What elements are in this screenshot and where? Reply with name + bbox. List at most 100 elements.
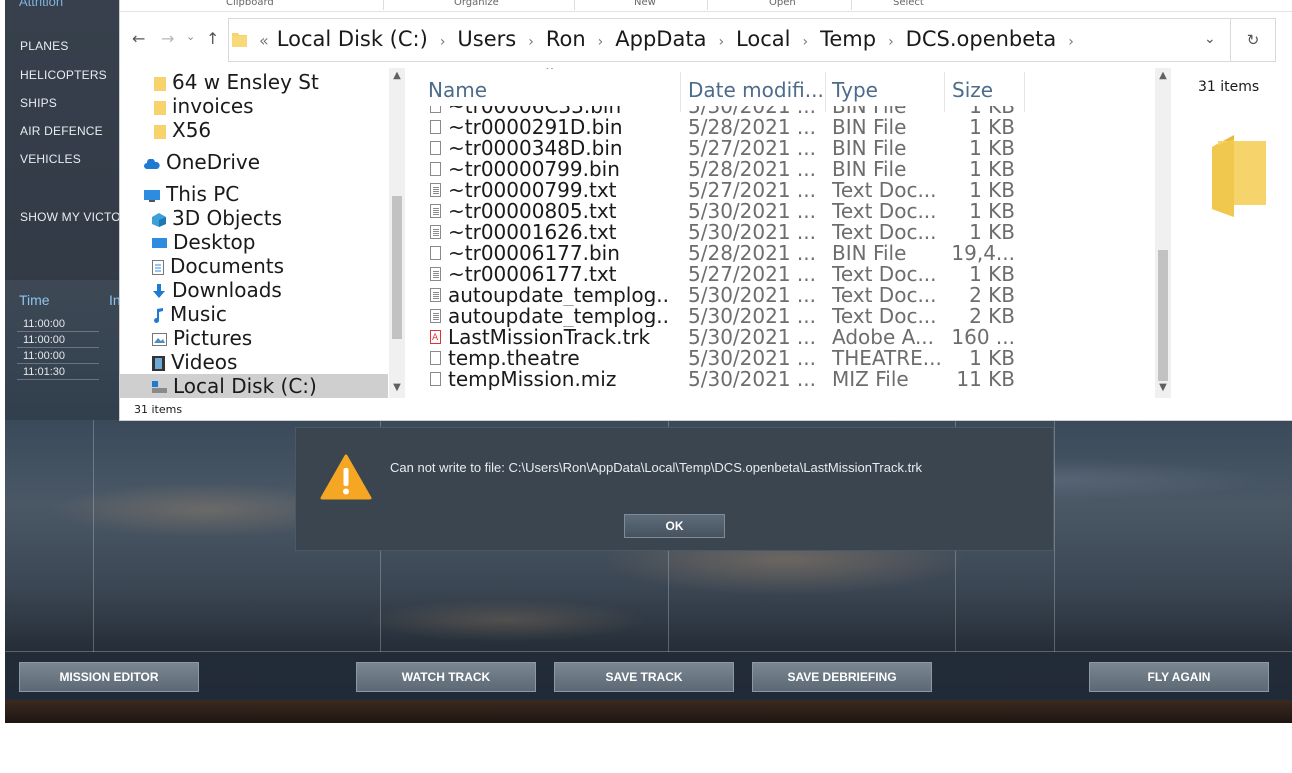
filter-helicopters[interactable]: HELICOPTERS: [20, 68, 107, 82]
breadcrumb-appdata[interactable]: AppData: [615, 27, 706, 51]
nav-item-music[interactable]: Music: [152, 302, 227, 326]
text-file-icon: [430, 267, 441, 281]
grid-line: [1054, 420, 1055, 652]
filter-planes[interactable]: PLANES: [20, 39, 69, 53]
nav-item-invoices[interactable]: invoices: [154, 94, 254, 118]
breadcrumb-local-disk[interactable]: Local Disk (C:): [277, 27, 428, 51]
show-victories-toggle[interactable]: SHOW MY VICTO: [20, 210, 121, 224]
file-date: 5/27/2021 ...: [688, 138, 816, 159]
chevron-right-icon[interactable]: ›: [888, 34, 894, 50]
chevron-right-icon[interactable]: ›: [528, 34, 534, 50]
refresh-icon[interactable]: ↻: [1230, 18, 1275, 62]
nav-item-this-pc[interactable]: This PC: [144, 182, 239, 206]
log-time-row[interactable]: 11:00:00: [17, 317, 99, 332]
ribbon-open: Open: [769, 0, 796, 8]
filter-ships[interactable]: SHIPS: [20, 96, 57, 110]
text-file-icon: [430, 204, 441, 218]
fly-again-button[interactable]: FLY AGAIN: [1089, 662, 1269, 692]
scroll-up-arrow-icon[interactable]: ▲: [389, 70, 405, 81]
nav-item-desktop[interactable]: Desktop: [152, 230, 255, 254]
chevron-right-icon[interactable]: ›: [802, 34, 808, 50]
save-debriefing-button[interactable]: SAVE DEBRIEFING: [752, 662, 932, 692]
address-dropdown-chevron-down-icon[interactable]: ⌄: [1204, 31, 1216, 47]
column-header-size[interactable]: Size: [952, 78, 993, 102]
nav-item-label: Local Disk (C:): [173, 374, 317, 398]
back-arrow-icon[interactable]: ←: [132, 29, 145, 48]
scrollbar-thumb[interactable]: [392, 196, 402, 339]
nav-item-64-w-ensley-st[interactable]: 64 w Ensley St: [154, 70, 319, 94]
breadcrumb-local[interactable]: Local: [736, 27, 790, 51]
nav-item-onedrive[interactable]: OneDrive: [144, 150, 260, 174]
nav-item-downloads[interactable]: Downloads: [152, 278, 282, 302]
nav-item-x56[interactable]: X56: [154, 118, 211, 142]
chevron-right-icon[interactable]: ›: [598, 34, 604, 50]
file-list-scrollbar[interactable]: ▲ ▼: [1155, 68, 1171, 398]
file-date: 5/30/2021 ...: [688, 106, 816, 117]
background-ground: [5, 700, 1292, 723]
forward-arrow-icon[interactable]: →: [161, 29, 174, 48]
mission-editor-button[interactable]: MISSION EDITOR: [19, 662, 199, 692]
breadcrumb-users[interactable]: Users: [457, 27, 516, 51]
drive-icon: [152, 381, 167, 393]
nav-item-3d-objects[interactable]: 3D Objects: [152, 206, 282, 230]
file-icon: [430, 372, 441, 386]
nav-item-videos[interactable]: Videos: [152, 350, 237, 374]
file-row[interactable]: ~tr00000799.txt 5/27/2021 ... Text Doc... 1…: [420, 180, 1160, 201]
scroll-down-arrow-icon[interactable]: ▼: [1155, 382, 1171, 393]
breadcrumb-temp[interactable]: Temp: [820, 27, 876, 51]
log-time-row[interactable]: 11:00:00: [17, 333, 99, 348]
file-row[interactable]: ~tr00001626.txt 5/30/2021 ... Text Doc... 1…: [420, 222, 1160, 243]
file-row[interactable]: ~tr00006177.txt 5/27/2021 ... Text Doc... 1…: [420, 264, 1160, 285]
breadcrumb-dcs-openbeta[interactable]: DCS.openbeta: [906, 27, 1057, 51]
nav-item-local-disk[interactable]: Local Disk (C:): [120, 374, 388, 398]
chevron-right-icon[interactable]: ›: [1068, 34, 1074, 50]
chevron-right-icon[interactable]: ›: [718, 34, 724, 50]
breadcrumb-overflow[interactable]: «: [259, 31, 269, 50]
file-type: Text Doc...: [832, 285, 937, 306]
sort-ascending-icon: ^: [545, 68, 555, 77]
file-row[interactable]: ~tr00006C33.bin 5/30/2021 ... BIN File1 KB: [420, 106, 1160, 117]
breadcrumb-ron[interactable]: Ron: [546, 27, 586, 51]
filter-air-defence[interactable]: AIR DEFENCE: [20, 124, 103, 138]
column-header-name[interactable]: Name: [428, 78, 487, 102]
folder-icon: [232, 33, 247, 47]
nav-item-documents[interactable]: Documents: [152, 254, 284, 278]
file-row[interactable]: autoupdate_templog.... 5/30/2021 ... Text …: [420, 285, 1160, 306]
log-time-row[interactable]: 11:00:00: [17, 349, 99, 364]
column-header-date[interactable]: Date modifi...: [688, 78, 824, 102]
file-row[interactable]: temp.theatre 5/30/2021 ... THEATRE... 1 KB: [420, 348, 1160, 369]
scroll-up-arrow-icon[interactable]: ▲: [1155, 70, 1171, 81]
file-row[interactable]: tempMission.miz 5/30/2021 ... MIZ File 11 K…: [420, 369, 1160, 390]
nav-item-pictures[interactable]: Pictures: [152, 326, 252, 350]
watch-track-button[interactable]: WATCH TRACK: [356, 662, 536, 692]
file-row[interactable]: ~tr00000805.txt 5/30/2021 ... Text Doc... 1…: [420, 201, 1160, 222]
recent-chevron-down-icon[interactable]: ⌄: [186, 30, 195, 43]
chevron-right-icon[interactable]: ›: [440, 34, 446, 50]
file-row[interactable]: ~tr0000348D.bin 5/27/2021 ... BIN File 1 KB: [420, 138, 1160, 159]
file-row[interactable]: LastMissionTrack.trk 5/30/2021 ... Adobe A…: [420, 327, 1160, 349]
navigation-pane: 64 w Ensley St invoices X56 OneDrive Thi…: [120, 68, 390, 398]
file-type: Text Doc...: [832, 180, 937, 201]
log-time-row[interactable]: 11:01:30: [17, 365, 99, 380]
file-type: BIN File: [832, 159, 907, 180]
address-bar[interactable]: « Local Disk (C:) › Users › Ron › AppData › Local…: [228, 18, 1276, 62]
filter-vehicles[interactable]: VEHICLES: [20, 152, 81, 166]
nav-item-label: Pictures: [173, 326, 253, 350]
ok-button[interactable]: OK: [624, 514, 725, 538]
file-type: THEATRE...: [832, 348, 940, 369]
text-file-icon: [430, 225, 441, 239]
scroll-down-arrow-icon[interactable]: ▼: [389, 382, 405, 393]
scrollbar-thumb[interactable]: [1158, 250, 1168, 381]
nav-item-label: OneDrive: [166, 150, 261, 174]
file-row[interactable]: ~tr00000799.bin 5/28/2021 ... BIN File 1 KB: [420, 159, 1160, 180]
file-date: 5/28/2021 ...: [688, 117, 816, 138]
save-track-button[interactable]: SAVE TRACK: [554, 662, 734, 692]
up-arrow-icon[interactable]: ↑: [206, 29, 219, 48]
file-row[interactable]: ~tr00006177.bin 5/28/2021 ... BIN File 19,4…: [420, 243, 1160, 264]
ribbon-separator: [574, 0, 575, 10]
nav-pane-scrollbar[interactable]: ▲ ▼: [389, 68, 405, 398]
file-row[interactable]: autoupdate_templog... 5/30/2021 ... Text D…: [420, 306, 1160, 327]
file-date: 5/30/2021 ...: [688, 369, 816, 390]
column-header-type[interactable]: Type: [832, 78, 878, 102]
file-row[interactable]: ~tr0000291D.bin 5/28/2021 ... BIN File 1 KB: [420, 117, 1160, 138]
